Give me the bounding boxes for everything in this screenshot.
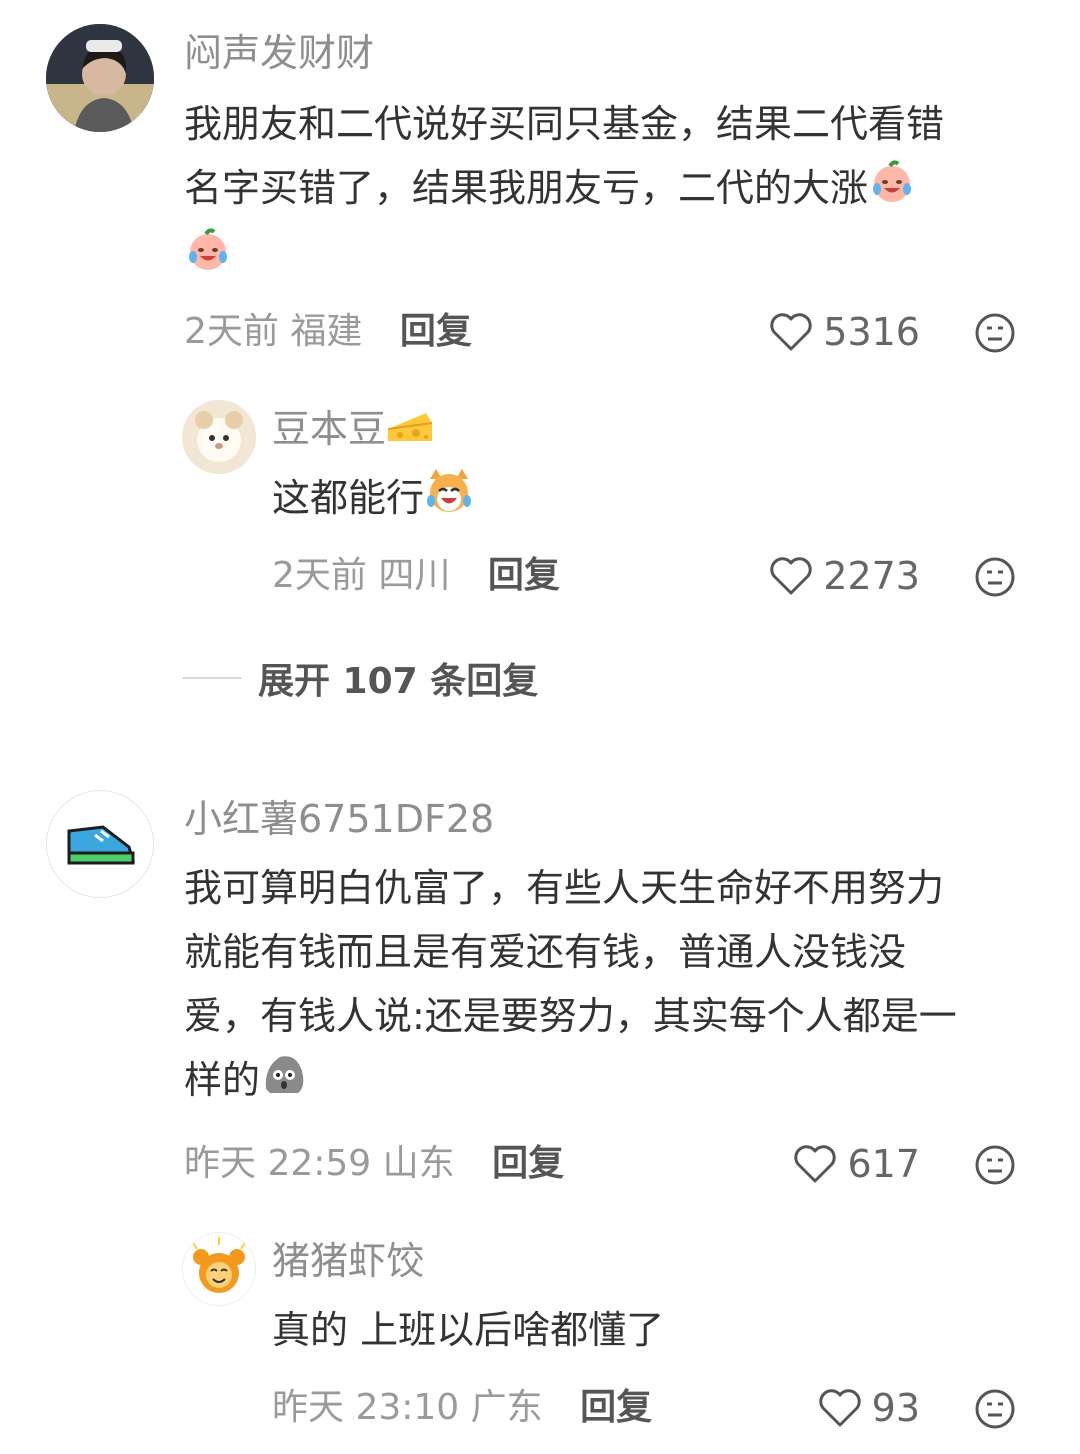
comment-text-line: 名字买错了，结果我朋友亏，二代的大涨 [184, 156, 1044, 224]
comment-text-line: 样的 [184, 1048, 1044, 1116]
reply-button[interactable]: 回复 [400, 311, 472, 352]
comment-text-line [184, 224, 1044, 292]
heart-icon [818, 1389, 861, 1427]
reply-time: 2天前 [272, 555, 367, 596]
dislike-face-icon[interactable] [974, 312, 1016, 358]
like-count: 93 [871, 1386, 920, 1430]
reply-username[interactable]: 豆本豆 [272, 406, 434, 457]
laughing-cat-icon [424, 467, 474, 534]
reply-meta: 昨天 23:10 广东 回复 [272, 1386, 652, 1430]
comment-meta: 2天前 福建 回复 [184, 310, 472, 354]
like-count: 5316 [823, 310, 920, 354]
comment-time: 昨天 22:59 [184, 1143, 372, 1184]
like-button[interactable]: 2273 [769, 554, 920, 598]
dislike-face-icon[interactable] [974, 1144, 1016, 1190]
comment-username[interactable]: 闷声发财财 [184, 30, 374, 76]
comment-text-line: 爱，有钱人说:还是要努力，其实每个人都是一 [184, 994, 957, 1038]
avatar[interactable] [46, 24, 154, 132]
reply-time: 昨天 23:10 [272, 1387, 460, 1428]
comment-location: 山东 [382, 1143, 455, 1184]
crying-laughing-peach-icon [868, 157, 916, 224]
heart-icon [770, 557, 812, 595]
like-count: 617 [847, 1142, 920, 1186]
dislike-face-icon[interactable] [974, 1388, 1016, 1434]
like-button[interactable]: 617 [793, 1142, 920, 1186]
divider [182, 677, 242, 679]
expand-replies-label: 展开 107 条回复 [258, 661, 539, 702]
comment-text-line: 我朋友和二代说好买同只基金，结果二代看错 [184, 102, 945, 146]
cheese-icon [386, 407, 434, 457]
avatar[interactable] [182, 1232, 256, 1306]
reply-location: 广东 [470, 1387, 543, 1428]
reply-location: 四川 [378, 555, 451, 596]
comment-text: 我可算明白仇富了，有些人天生命好不用努力 就能有钱而且是有爱还有钱，普通人没钱没… [184, 856, 1044, 1116]
comment-text: 我朋友和二代说好买同只基金，结果二代看错 名字买错了，结果我朋友亏，二代的大涨 [184, 92, 1044, 292]
reply-button[interactable]: 回复 [492, 1143, 564, 1184]
avatar[interactable] [182, 400, 256, 474]
dislike-face-icon[interactable] [974, 556, 1016, 602]
reply-username[interactable]: 猪猪虾饺 [272, 1238, 424, 1284]
reply-text: 真的 上班以后啥都懂了 [272, 1308, 665, 1352]
like-count: 2273 [823, 554, 920, 598]
comment-time: 2天前 [184, 311, 279, 352]
heart-icon [794, 1145, 837, 1183]
comment-text-line: 我可算明白仇富了，有些人天生命好不用努力 [184, 866, 945, 910]
reply-button[interactable]: 回复 [580, 1387, 652, 1428]
comment-location: 福建 [290, 311, 363, 352]
like-button[interactable]: 93 [818, 1386, 920, 1430]
comment-meta: 昨天 22:59 山东 回复 [184, 1142, 564, 1186]
comment-username[interactable]: 小红薯6751DF28 [184, 796, 494, 842]
shocked-rock-icon [260, 1049, 308, 1116]
heart-icon [770, 313, 812, 351]
reply-meta: 2天前 四川 回复 [272, 554, 560, 598]
crying-laughing-peach-icon [184, 225, 232, 292]
like-button[interactable]: 5316 [769, 310, 920, 354]
reply-button[interactable]: 回复 [488, 555, 560, 596]
avatar[interactable] [46, 790, 154, 898]
reply-text: 这都能行 [272, 466, 474, 534]
comment-text-line: 就能有钱而且是有爱还有钱，普通人没钱没 [184, 930, 907, 974]
expand-replies-button[interactable]: 展开 107 条回复 [182, 652, 538, 704]
